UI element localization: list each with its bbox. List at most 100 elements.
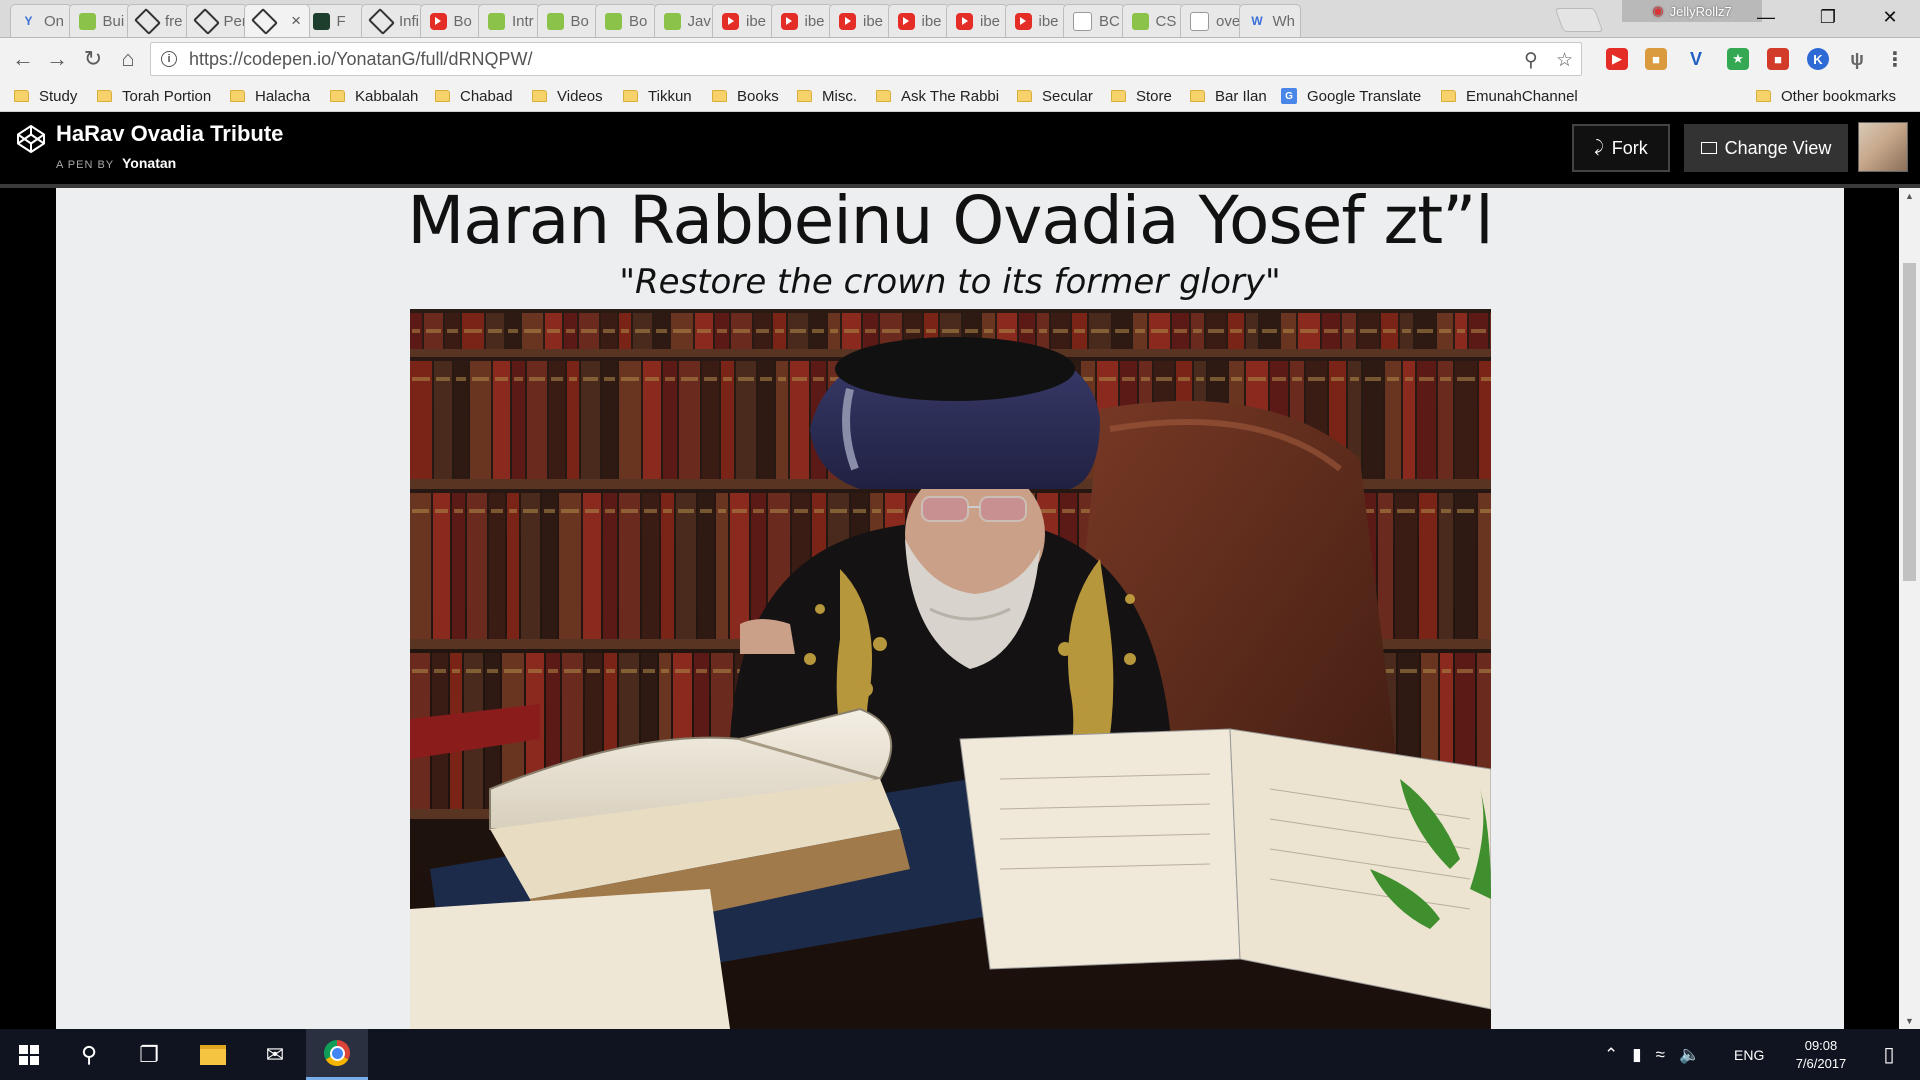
tab-label: On xyxy=(44,12,65,30)
bookmark-item[interactable]: Torah Portion xyxy=(97,84,211,108)
v-extension-icon[interactable]: V xyxy=(1685,48,1707,70)
browser-tab[interactable]: Infi xyxy=(361,4,423,37)
close-window-button[interactable]: ✕ xyxy=(1861,0,1919,34)
scroll-up-arrow-icon[interactable]: ▲ xyxy=(1899,188,1920,204)
browser-tab[interactable]: ove xyxy=(1180,4,1242,37)
minimize-button[interactable]: — xyxy=(1737,0,1795,34)
user-avatar[interactable] xyxy=(1858,122,1908,172)
bookmark-item[interactable]: Study xyxy=(14,84,77,108)
bookmark-item[interactable]: G Google Translate xyxy=(1281,84,1421,108)
browser-tab[interactable]: ibe xyxy=(887,4,950,37)
y-extension-icon[interactable]: ψ xyxy=(1846,48,1868,70)
codepen-icon xyxy=(134,7,161,35)
mail-icon[interactable]: ✉ xyxy=(246,1029,304,1080)
k-extension-icon[interactable]: K xyxy=(1807,48,1829,70)
youtube-icon xyxy=(839,12,856,30)
folder-icon xyxy=(623,90,638,102)
new-tab-button[interactable] xyxy=(1554,8,1604,32)
tab-label: ibe xyxy=(804,12,825,30)
change-view-button[interactable]: Change View xyxy=(1684,124,1848,172)
bookmark-item[interactable]: Misc. xyxy=(797,84,857,108)
profile-icon: ◉ xyxy=(1652,3,1664,18)
bookmark-item[interactable]: Secular xyxy=(1017,84,1093,108)
browser-tab[interactable]: W Wh xyxy=(1238,4,1301,37)
bookmark-item[interactable]: Chabad xyxy=(435,84,513,108)
zoom-search-icon[interactable]: ⚲ xyxy=(1524,49,1538,72)
audio-icon xyxy=(312,12,330,30)
bookmark-item[interactable]: Videos xyxy=(532,84,603,108)
profile-name: JellyRollz7 xyxy=(1669,3,1732,19)
clock-time: 09:08 xyxy=(1804,1037,1838,1053)
browser-tab[interactable]: ibe xyxy=(829,4,891,37)
bookmark-item[interactable]: Halacha xyxy=(230,84,310,108)
bookmark-item[interactable]: EmunahChannel xyxy=(1441,84,1578,108)
browser-tab[interactable]: Per xyxy=(185,4,248,37)
browser-tab[interactable]: ibe xyxy=(712,4,774,37)
clock[interactable]: 09:08 7/6/2017 xyxy=(1780,1029,1862,1080)
browser-tab[interactable]: ibe xyxy=(1004,4,1067,37)
browser-tab[interactable]: F xyxy=(302,4,365,37)
scrollbar-thumb[interactable] xyxy=(1903,263,1916,581)
codepen-icon xyxy=(368,7,395,35)
battery-icon[interactable]: ▮ xyxy=(1632,1045,1641,1065)
browser-tab[interactable]: Bo xyxy=(419,4,482,37)
restore-button[interactable]: ❐ xyxy=(1799,0,1857,34)
browser-tab[interactable]: Jav xyxy=(653,4,716,37)
home-icon[interactable]: ⌂ xyxy=(111,42,145,76)
info-icon[interactable]: i xyxy=(161,51,177,67)
notifications-icon[interactable]: ▯ xyxy=(1866,1029,1912,1080)
pen-preview: Maran Rabbeinu Ovadia Yosef zt”l "Restor… xyxy=(56,188,1844,1029)
browser-tab[interactable]: CS xyxy=(1121,4,1184,37)
fork-button[interactable]: ⤸ Fork xyxy=(1572,124,1670,172)
system-tray: ⌃ ▮ ≈ 🔈 xyxy=(1604,1029,1700,1080)
url-text[interactable]: https://codepen.io/YonatanG/full/dRNQPW/ xyxy=(189,49,533,70)
task-view-icon[interactable]: ❐ xyxy=(120,1029,178,1080)
bookmark-item[interactable]: Bar Ilan xyxy=(1190,84,1267,108)
browser-tab[interactable]: BC xyxy=(1063,4,1125,37)
bookmark-star-icon[interactable]: ☆ xyxy=(1556,49,1573,72)
tab-label: Bo xyxy=(629,12,648,30)
windows-start-icon[interactable] xyxy=(0,1029,58,1080)
browser-tab[interactable]: Bo xyxy=(536,4,599,37)
folder-icon xyxy=(1017,90,1032,102)
red-extension-icon[interactable]: ■ xyxy=(1767,48,1789,70)
codepen-logo-icon[interactable] xyxy=(16,124,46,154)
other-bookmarks[interactable]: Other bookmarks xyxy=(1756,84,1896,108)
volume-icon[interactable]: 🔈 xyxy=(1679,1045,1700,1065)
scroll-down-arrow-icon[interactable]: ▼ xyxy=(1899,1013,1920,1029)
browser-tab[interactable]: ibe xyxy=(770,4,833,37)
browser-tab[interactable]: fre xyxy=(127,4,189,37)
browser-tab[interactable]: Bui xyxy=(68,4,131,37)
tab-label: BC xyxy=(1099,12,1120,30)
folder-icon xyxy=(97,90,112,102)
back-arrow-icon[interactable]: ← xyxy=(6,42,40,76)
bookmark-label: Bar Ilan xyxy=(1215,87,1267,105)
chevron-up-icon[interactable]: ⌃ xyxy=(1604,1045,1618,1065)
bookmark-item[interactable]: Ask The Rabbi xyxy=(876,84,999,108)
bookmark-item[interactable]: Store xyxy=(1111,84,1172,108)
browser-tab[interactable]: × xyxy=(244,4,310,37)
address-bar[interactable]: i https://codepen.io/YonatanG/full/dRNQP… xyxy=(150,42,1582,76)
browser-tab[interactable]: ibe xyxy=(946,4,1008,37)
author-link[interactable]: Yonatan xyxy=(122,155,176,171)
bookmark-item[interactable]: Books xyxy=(712,84,779,108)
youtube-extension-icon[interactable]: ▶ xyxy=(1606,48,1628,70)
tab-label: fre xyxy=(165,12,183,30)
file-explorer-icon[interactable] xyxy=(184,1029,242,1080)
browser-tab[interactable]: Y On xyxy=(10,4,72,37)
browser-tab[interactable]: Intr xyxy=(478,4,540,37)
green-extension-icon[interactable]: ★ xyxy=(1727,48,1749,70)
chrome-taskbar-icon[interactable] xyxy=(306,1029,368,1080)
tab-close-icon[interactable]: × xyxy=(291,11,301,31)
menu-kebab-icon[interactable]: ⋮ xyxy=(1884,48,1906,71)
forward-arrow-icon[interactable]: → xyxy=(40,42,74,76)
tab-label: Bo xyxy=(453,12,472,30)
browser-tab[interactable]: Bo xyxy=(595,4,657,37)
bookmark-item[interactable]: Tikkun xyxy=(623,84,692,108)
wifi-icon[interactable]: ≈ xyxy=(1656,1045,1665,1065)
search-icon[interactable]: ⚲ xyxy=(60,1029,118,1080)
reload-icon[interactable]: ↻ xyxy=(76,42,110,76)
bookmark-item[interactable]: Kabbalah xyxy=(330,84,418,108)
language-indicator[interactable]: ENG xyxy=(1734,1029,1764,1080)
extension-icon-orange[interactable]: ■ xyxy=(1645,48,1667,70)
